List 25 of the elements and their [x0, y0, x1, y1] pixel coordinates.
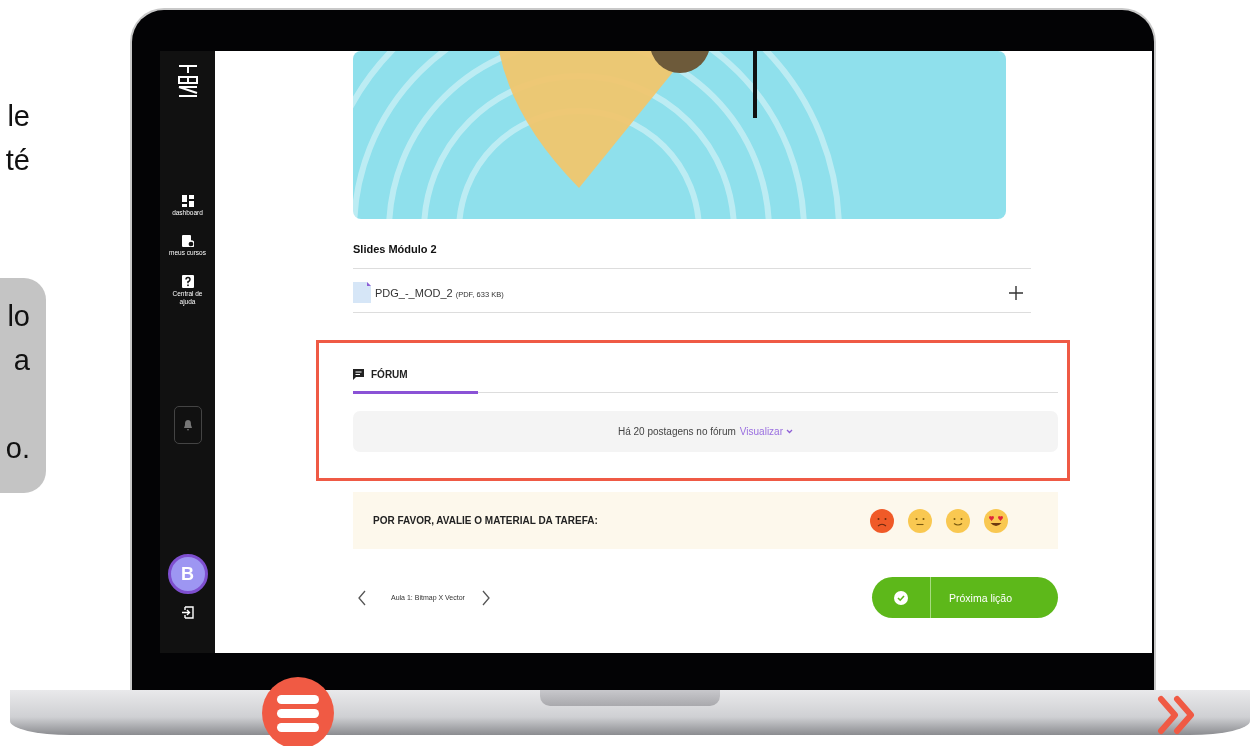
forum-message: Há 20 postagens no fórum	[618, 426, 736, 437]
document-icon	[181, 235, 194, 247]
help-icon	[181, 275, 194, 288]
check-icon	[894, 590, 908, 605]
paragraph-text: té	[5, 143, 30, 178]
callout-text: lo	[7, 299, 30, 334]
previous-icon[interactable]	[357, 589, 367, 606]
emoji-face-icon[interactable]	[984, 508, 1008, 533]
paragraph-text: le	[7, 99, 30, 134]
chevron-down-icon	[786, 429, 793, 434]
forum-tab[interactable]: FÓRUM	[353, 369, 478, 394]
emoji-face-icon[interactable]	[870, 508, 894, 533]
rating-prompt: POR FAVOR, AVALIE O MATERIAL DA TAREFA:	[373, 515, 598, 526]
plus-icon[interactable]	[1009, 285, 1023, 300]
file-icon	[353, 282, 371, 303]
callout-text: a	[13, 343, 30, 378]
callout-text: o.	[5, 431, 30, 466]
notification-button[interactable]	[173, 406, 202, 444]
bell-icon	[182, 419, 193, 431]
next-icon[interactable]	[480, 589, 491, 606]
logout-icon[interactable]	[181, 606, 194, 619]
grid-icon	[181, 195, 194, 207]
attachments-title: Slides Módulo 2	[353, 243, 438, 255]
chat-icon	[353, 369, 364, 380]
view-link[interactable]: Visualizar	[739, 426, 793, 437]
